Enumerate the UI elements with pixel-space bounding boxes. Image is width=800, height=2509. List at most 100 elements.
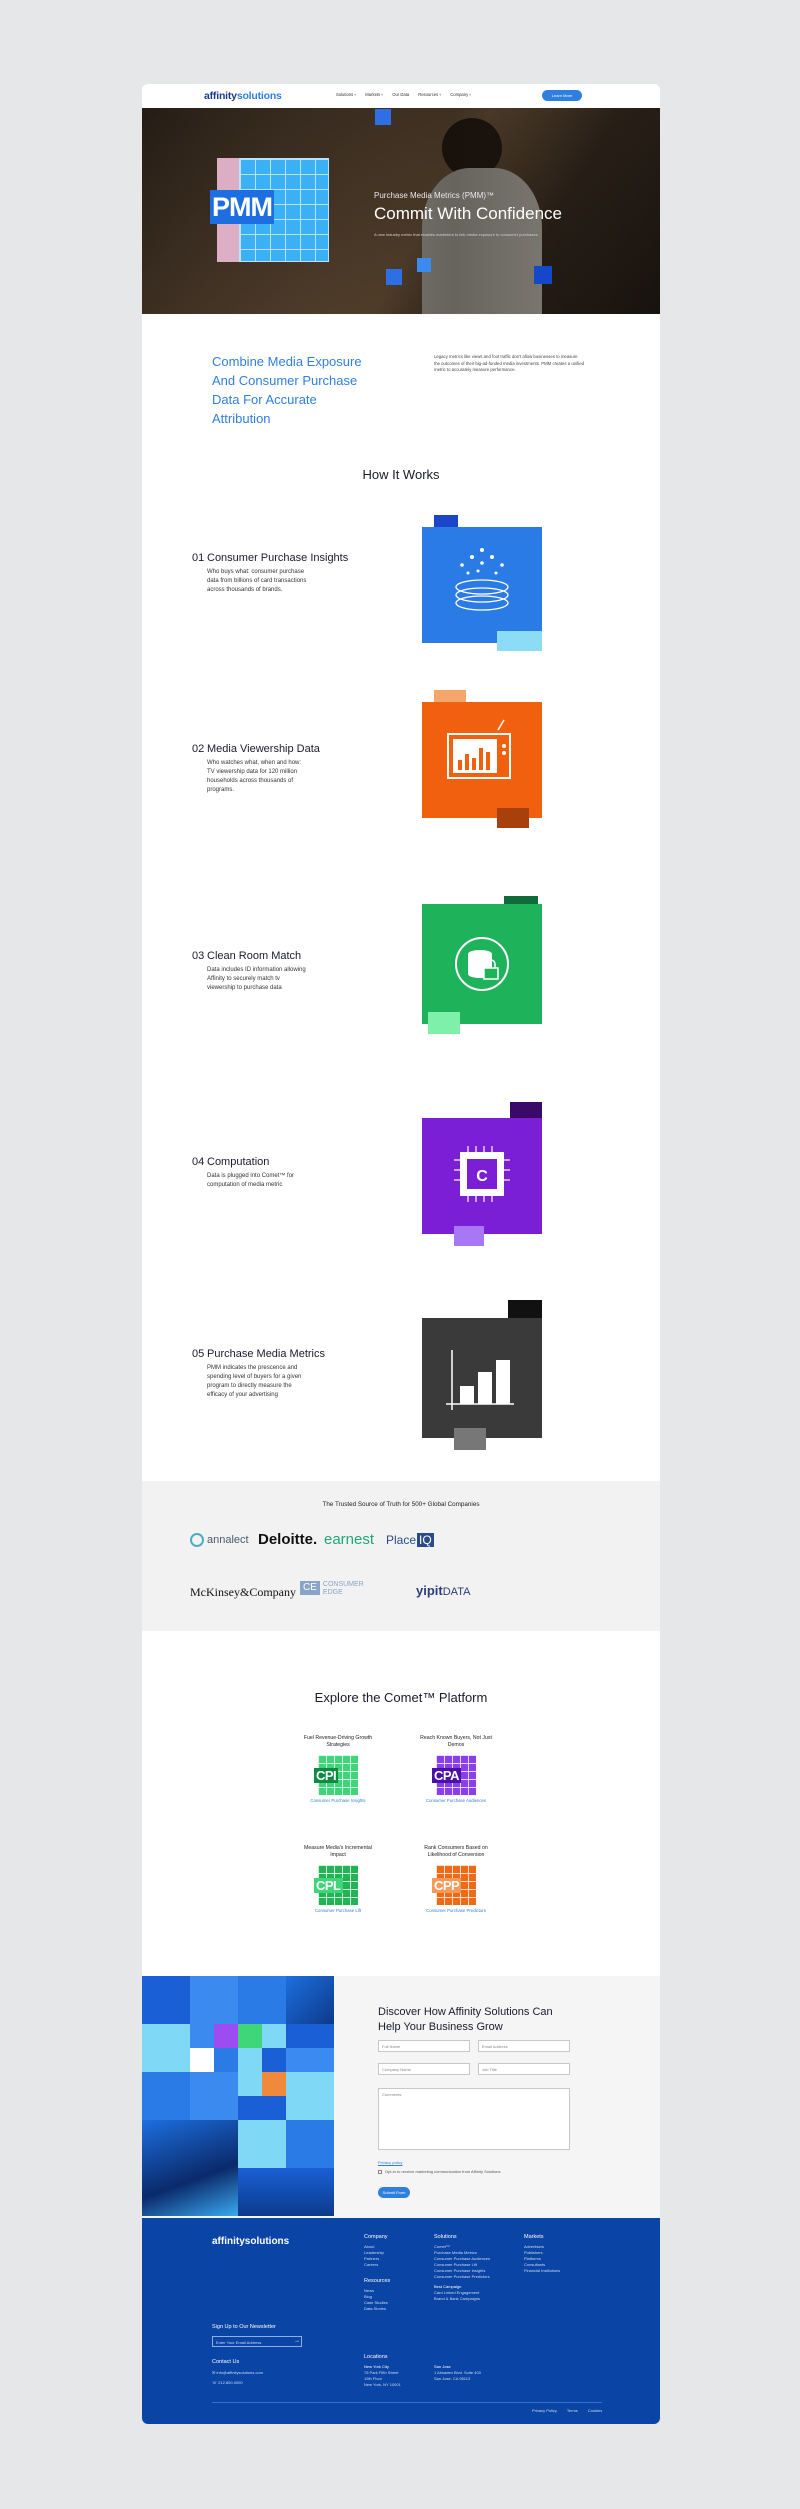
logo-annalect: annalect [190,1533,249,1547]
step-number: 03 [192,950,205,962]
step-text: Data is plugged into Comet™ for computat… [207,1173,295,1188]
tv-chart-icon [447,719,511,779]
footer-divider [212,2402,602,2403]
nav-our-data[interactable]: Our Data [392,92,409,97]
cpp-graphic: CPP [432,1865,476,1905]
footer-logo[interactable]: affinitysolutions [212,2236,289,2247]
contact-email[interactable]: ✉ info@affinitysolutions.com [212,2370,263,2376]
logo-deloitte: Deloitte. [258,1531,318,1548]
cookies-link[interactable]: Cookies [588,2408,602,2413]
step-text: Data includes ID information allowing Af… [207,967,306,991]
job-title-field[interactable]: Job Title [478,2063,570,2075]
page: affinitysolutions Solutions Markets Our … [142,84,660,2424]
step-text: PMM indicates the prescence and spending… [207,1365,302,1398]
database-lock-icon [455,937,509,991]
trusted-title: The Trusted Source of Truth for 500+ Glo… [322,1501,480,1508]
newsletter-email-input[interactable]: Enter Your Email Address [212,2336,302,2347]
how-it-works-title: How It Works [362,467,440,482]
svg-text:C: C [476,1168,488,1185]
hero-subtitle: A new industry metric that enables marke… [374,232,538,237]
nav-company[interactable]: Company [450,92,471,97]
logo-earnest: earnest [324,1531,375,1548]
terms-link[interactable]: Terms [567,2408,578,2413]
contact-phone[interactable]: ☏ 212.800.0000 [212,2380,243,2386]
cpl-graphic: CPL [314,1865,358,1905]
footer-bottom-links: Privacy Policy Terms Cookies [532,2408,602,2413]
company-field[interactable]: Company Name [378,2063,470,2075]
top-nav: affinitysolutions Solutions Markets Our … [142,84,660,108]
markets-heading: Markets [524,2234,544,2240]
solutions-heading: Solutions [434,2234,457,2240]
logo-yipitdata: yipitDATA [416,1583,471,1598]
card-link[interactable]: Consumer Purchase Predictors [416,1908,496,1913]
database-ring-icon [455,548,509,611]
step-number: 05 [192,1348,205,1360]
hero-square [386,269,402,285]
resources-links[interactable]: News Blog Case Studies Data Stories [364,2288,388,2312]
comet-card-cpl[interactable]: Measure Media's Incremental Impact CPL C… [298,1845,378,1913]
full-name-field[interactable]: Full Name [378,2040,470,2052]
step-3-art [422,896,542,1034]
logo-placeiq: Place IQ [386,1533,434,1547]
cpa-graphic: CPA [432,1755,476,1795]
card-link[interactable]: Consumer Purchase Insights [298,1798,378,1803]
privacy-link[interactable]: Privacy policy [378,2160,402,2165]
card-title: Measure Media's Incremental Impact [304,1845,372,1858]
hero-square [375,109,391,125]
card-link[interactable]: Consumer Purchase Lift [298,1908,378,1913]
card-title: Fuel Revenue-Driving Growth Strategies [303,1735,373,1748]
step-1-art [422,515,542,651]
comet-card-cpa[interactable]: Reach Known Buyers, Not Just Demos CPA C… [416,1735,496,1803]
email-field[interactable]: Email Address [478,2040,570,2052]
best-campaign-links[interactable]: Card Linked Engagement Brand & Bank Camp… [434,2290,480,2302]
nav-resources[interactable]: Resources [418,92,441,97]
pmm-badge: PMM [210,190,274,224]
step-2-art [422,690,542,828]
step-number: 02 [192,743,205,755]
company-heading: Company [364,2234,388,2240]
step-text: Who buys what: consumer purchase data fr… [207,569,307,593]
chip-icon: C [454,1146,510,1202]
intro-body: Legacy metrics like views and foot traff… [434,354,584,372]
logo-consumer-edge: CE CONSUMER EDGE [300,1581,364,1597]
step-title: Purchase Media Metrics [207,1348,325,1360]
nav-solutions[interactable]: Solutions [336,92,356,97]
step-text: Who watches what, when and how: TV viewe… [207,760,302,793]
location-1: 75 Park Fifth Street 19th Floor New York… [364,2370,401,2387]
step-title: Media Viewership Data [207,743,320,755]
intro-heading: Combine Media Exposure And Consumer Purc… [212,354,362,426]
markets-links[interactable]: Advertisers Publishers Platforms Consult… [524,2244,560,2274]
comet-title: Explore the Comet™ Platform [314,1690,488,1705]
optin-checkbox[interactable]: Opt-in to receive marketing communicatio… [378,2169,501,2174]
submit-button[interactable]: Submit Form [378,2187,410,2198]
bar-chart-icon [446,1350,514,1410]
arrow-right-icon[interactable]: → [294,2338,300,2344]
company-links[interactable]: About Leadership Partners Careers [364,2244,384,2268]
comet-card-cpp[interactable]: Rank Consumers Based on Likelihood of Co… [416,1845,496,1913]
newsletter-heading: Sign Up to Our Newsletter [212,2324,276,2330]
hero: PMM Purchase Media Metrics (PMM)™ Commit… [142,108,660,314]
nav-links: Solutions Markets Our Data Resources Com… [336,92,471,97]
locations-heading: Locations [364,2354,388,2360]
hero-square [534,266,552,284]
comments-field[interactable]: Comments [378,2088,570,2150]
location-2: 1 Almaden Blvd. Suite 400 San Jose, CA 9… [434,2370,481,2381]
contact-form-section: Discover How Affinity Solutions Can Help… [142,1976,660,2218]
step-number: 01 [192,552,205,564]
comet-card-cpi[interactable]: Fuel Revenue-Driving Growth Strategies C… [298,1735,378,1803]
step-title: Clean Room Match [207,950,302,962]
solutions-links[interactable]: Comet™ Purchase Media Metrics Consumer P… [434,2244,490,2280]
step-4-art: C [422,1102,542,1246]
step-title: Computation [207,1156,270,1168]
step-title: Consumer Purchase Insights [207,552,349,564]
trusted-logos-section: The Trusted Source of Truth for 500+ Glo… [142,1481,660,1631]
hero-eyebrow: Purchase Media Metrics (PMM)™ [374,191,495,200]
learn-more-button[interactable]: Learn More [542,90,582,101]
nav-markets[interactable]: Markets [365,92,383,97]
logo[interactable]: affinitysolutions [204,90,282,102]
step-5-art [422,1300,542,1450]
contact-heading: Contact Us [212,2359,240,2365]
card-link[interactable]: Consumer Purchase Audiences [416,1798,496,1803]
privacy-policy-link[interactable]: Privacy Policy [532,2408,557,2413]
checkbox-icon [378,2169,382,2174]
